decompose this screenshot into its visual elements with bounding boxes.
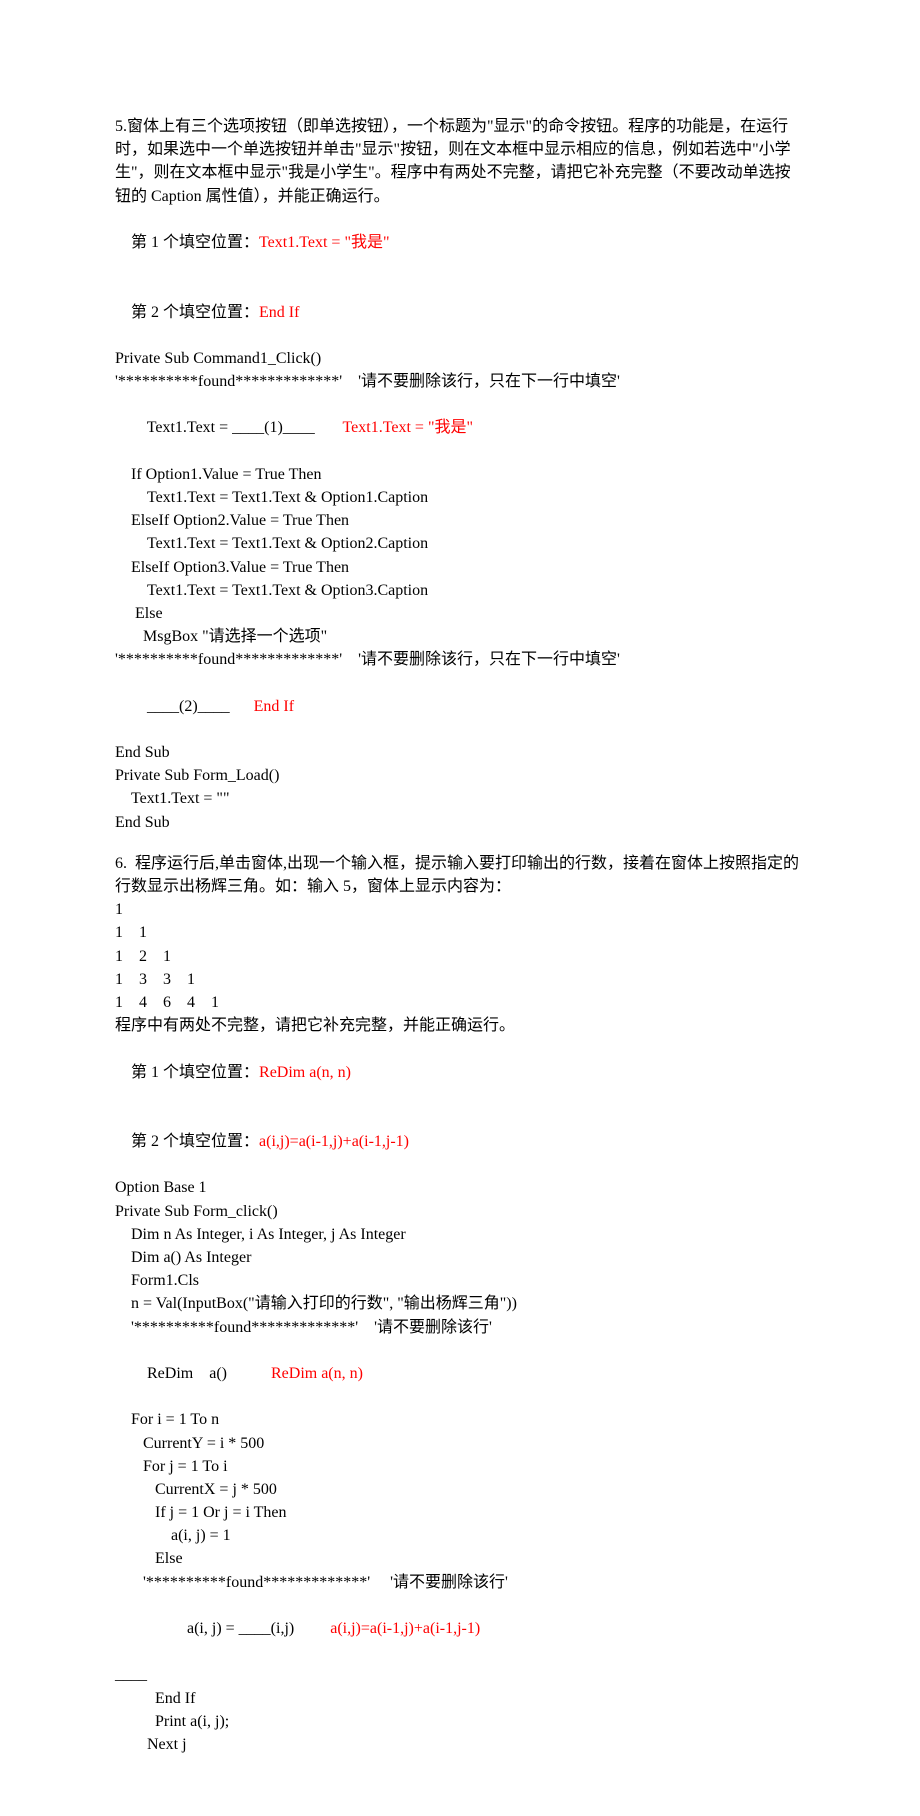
- code-line: '**********found*************' '请不要删除该行': [115, 1571, 805, 1594]
- q5-blank2: 第 2 个填空位置：End If: [115, 277, 805, 347]
- answer-inline: End If: [254, 698, 294, 715]
- triangle-row: 1 3 3 1: [115, 968, 805, 991]
- code-line: CurrentX = j * 500: [115, 1478, 805, 1501]
- code-line: Private Sub Command1_Click(): [115, 347, 805, 370]
- code-line: Dim a() As Integer: [115, 1246, 805, 1269]
- code-line: n = Val(InputBox("请输入打印的行数", "输出杨辉三角")): [115, 1292, 805, 1315]
- code-line: '**********found*************' '请不要删除该行，…: [115, 370, 805, 393]
- triangle-row: 1 4 6 4 1: [115, 991, 805, 1014]
- code-line: Text1.Text = Text1.Text & Option1.Captio…: [115, 486, 805, 509]
- q6-description: 6. 程序运行后,单击窗体,出现一个输入框，提示输入要打印输出的行数，接着在窗体…: [115, 852, 805, 898]
- document-page: 5.窗体上有三个选项按钮（即单选按钮），一个标题为"显示"的命令按钮。程序的功能…: [0, 0, 920, 1816]
- code-line: ElseIf Option3.Value = True Then: [115, 556, 805, 579]
- code-line: ____(2)____ End If: [115, 672, 805, 742]
- q5-blank1-answer: Text1.Text = "我是": [259, 234, 390, 251]
- triangle-row: 1: [115, 898, 805, 921]
- code-text: Text1.Text = ____(1)____: [131, 419, 315, 436]
- code-line: '**********found*************' '请不要删除该行，…: [115, 648, 805, 671]
- code-line: Else: [115, 602, 805, 625]
- code-line: Text1.Text = "": [115, 787, 805, 810]
- code-text: ____(2)____: [131, 698, 230, 715]
- code-line: Text1.Text = Text1.Text & Option3.Captio…: [115, 579, 805, 602]
- q5-blank1-label: 第 1 个填空位置：: [131, 234, 259, 251]
- code-line: Print a(i, j);: [115, 1710, 805, 1733]
- code-line: ReDim a() ReDim a(n, n): [115, 1339, 805, 1409]
- code-line: If Option1.Value = True Then: [115, 463, 805, 486]
- answer-inline: Text1.Text = "我是": [343, 419, 474, 436]
- triangle-row: 1 2 1: [115, 945, 805, 968]
- code-line: If j = 1 Or j = i Then: [115, 1501, 805, 1524]
- code-text: ReDim a(): [131, 1365, 227, 1382]
- code-line: End Sub: [115, 741, 805, 764]
- q6-blank2: 第 2 个填空位置：a(i,j)=a(i-1,j)+a(i-1,j-1): [115, 1107, 805, 1177]
- code-text: a(i, j) = ____(i,j): [131, 1620, 294, 1637]
- code-line: Dim n As Integer, i As Integer, j As Int…: [115, 1223, 805, 1246]
- q5-blank1: 第 1 个填空位置：Text1.Text = "我是": [115, 208, 805, 278]
- q5-description: 5.窗体上有三个选项按钮（即单选按钮），一个标题为"显示"的命令按钮。程序的功能…: [115, 115, 805, 208]
- code-line: Next j: [115, 1733, 805, 1756]
- triangle-row: 1 1: [115, 921, 805, 944]
- q6-blank1-answer: ReDim a(n, n): [259, 1064, 351, 1081]
- code-line: Text1.Text = Text1.Text & Option2.Captio…: [115, 532, 805, 555]
- code-line: End Sub: [115, 811, 805, 834]
- code-line: Else: [115, 1547, 805, 1570]
- code-line: MsgBox "请选择一个选项": [115, 625, 805, 648]
- code-line: For i = 1 To n: [115, 1408, 805, 1431]
- code-line: ElseIf Option2.Value = True Then: [115, 509, 805, 532]
- answer-inline: a(i,j)=a(i-1,j)+a(i-1,j-1): [330, 1620, 480, 1637]
- code-line: Option Base 1: [115, 1176, 805, 1199]
- code-line: a(i, j) = ____(i,j) a(i,j)=a(i-1,j)+a(i-…: [115, 1594, 805, 1664]
- q6-blank2-label: 第 2 个填空位置：: [131, 1133, 259, 1150]
- code-line: a(i, j) = 1: [115, 1524, 805, 1547]
- code-line: Private Sub Form_click(): [115, 1200, 805, 1223]
- code-line: Private Sub Form_Load(): [115, 764, 805, 787]
- answer-inline: ReDim a(n, n): [271, 1365, 363, 1382]
- code-line: CurrentY = i * 500: [115, 1432, 805, 1455]
- code-line: ____: [115, 1663, 805, 1686]
- q5-blank2-label: 第 2 个填空位置：: [131, 304, 259, 321]
- q5-blank2-answer: End If: [259, 304, 299, 321]
- q6-blank1-label: 第 1 个填空位置：: [131, 1064, 259, 1081]
- code-line: '**********found*************' '请不要删除该行': [115, 1316, 805, 1339]
- q6-blank2-answer: a(i,j)=a(i-1,j)+a(i-1,j-1): [259, 1133, 409, 1150]
- spacer: [115, 834, 805, 852]
- code-line: Form1.Cls: [115, 1269, 805, 1292]
- code-line: End If: [115, 1687, 805, 1710]
- code-line: For j = 1 To i: [115, 1455, 805, 1478]
- q6-description2: 程序中有两处不完整，请把它补充完整，并能正确运行。: [115, 1014, 805, 1037]
- code-line: Text1.Text = ____(1)____ Text1.Text = "我…: [115, 393, 805, 463]
- q6-blank1: 第 1 个填空位置：ReDim a(n, n): [115, 1037, 805, 1107]
